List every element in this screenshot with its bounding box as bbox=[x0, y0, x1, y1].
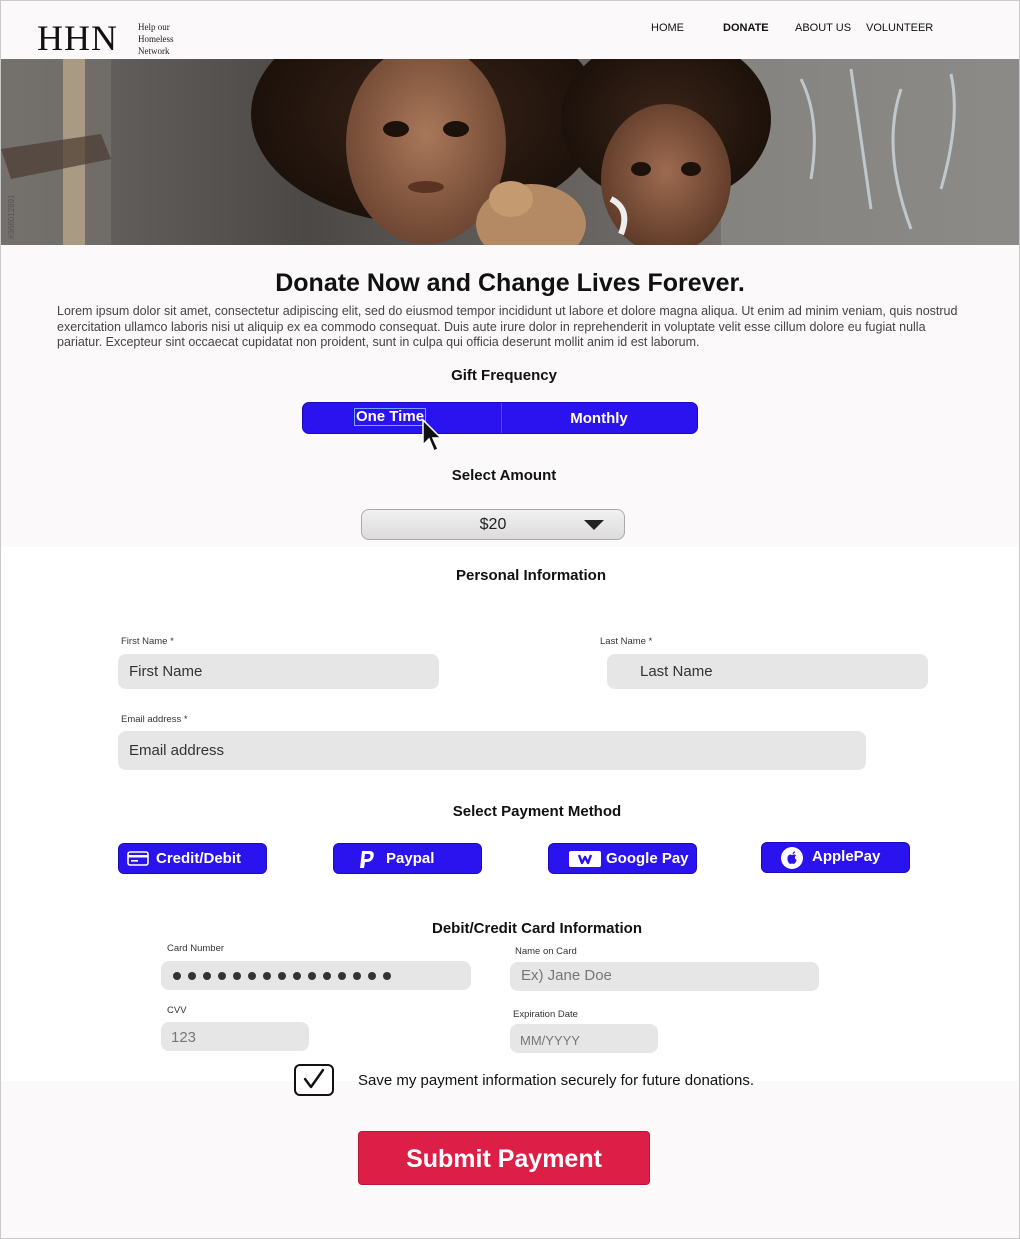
payment-method-title: Select Payment Method bbox=[452, 803, 622, 820]
masked-digit-dot bbox=[368, 972, 376, 980]
expiration-input[interactable]: MM/YYYY bbox=[510, 1024, 658, 1053]
credit-card-icon bbox=[127, 851, 149, 866]
name-on-card-label: Name on Card bbox=[515, 946, 577, 957]
masked-digit-dot bbox=[308, 972, 316, 980]
masked-digit-dot bbox=[278, 972, 286, 980]
first-name-label: First Name * bbox=[121, 636, 174, 647]
masked-digit-dot bbox=[383, 972, 391, 980]
cvv-label: CVV bbox=[167, 1005, 187, 1016]
cvv-input[interactable]: 123 bbox=[161, 1022, 309, 1051]
save-payment-checkbox[interactable] bbox=[294, 1064, 334, 1096]
gift-frequency-title: Gift Frequency bbox=[451, 367, 557, 384]
tagline-line: Network bbox=[138, 46, 170, 56]
save-payment-label: Save my payment information securely for… bbox=[358, 1072, 755, 1089]
masked-digit-dot bbox=[338, 972, 346, 980]
card-number-masked bbox=[173, 972, 391, 980]
paypal-icon bbox=[360, 851, 374, 868]
amount-select[interactable]: $20 bbox=[361, 509, 625, 540]
hero-photo-children bbox=[1, 59, 1019, 245]
card-number-input[interactable] bbox=[161, 961, 471, 990]
cvv-placeholder: 123 bbox=[171, 1029, 197, 1046]
masked-digit-dot bbox=[353, 972, 361, 980]
email-input[interactable]: Email address bbox=[118, 731, 866, 770]
nav-about-us[interactable]: ABOUT US bbox=[795, 22, 851, 34]
intro-text: Lorem ipsum dolor sit amet, consectetur … bbox=[57, 304, 958, 349]
page: HHN Help our Homeless Network HOME DONAT… bbox=[0, 0, 1020, 1239]
paypal-button[interactable]: Paypal bbox=[333, 843, 482, 874]
email-label: Email address * bbox=[121, 714, 188, 725]
last-name-input[interactable]: Last Name bbox=[607, 654, 928, 689]
masked-digit-dot bbox=[188, 972, 196, 980]
first-name-input[interactable]: First Name bbox=[118, 654, 439, 689]
caret-down-icon bbox=[584, 520, 604, 530]
mouse-cursor-icon bbox=[422, 419, 443, 453]
name-on-card-input[interactable]: Ex) Jane Doe bbox=[510, 962, 819, 991]
credit-debit-button[interactable]: Credit/Debit bbox=[118, 843, 267, 874]
wallet-icon bbox=[569, 851, 601, 867]
nav-donate[interactable]: DONATE bbox=[723, 22, 769, 34]
masked-digit-dot bbox=[218, 972, 226, 980]
apple-pay-label: ApplePay bbox=[812, 848, 881, 865]
masked-digit-dot bbox=[173, 972, 181, 980]
credit-debit-label: Credit/Debit bbox=[156, 850, 242, 867]
apple-icon bbox=[781, 847, 803, 869]
card-info-title: Debit/Credit Card Information bbox=[431, 920, 642, 937]
frequency-one-time-button[interactable]: One Time bbox=[354, 408, 426, 426]
google-pay-button[interactable]: Google Pay bbox=[548, 843, 697, 874]
hero-image: #368012891 bbox=[1, 59, 1019, 245]
apple-pay-button[interactable]: ApplePay bbox=[761, 842, 910, 873]
frequency-toggle: One Time Monthly bbox=[302, 402, 698, 434]
site-header: HHN Help our Homeless Network HOME DONAT… bbox=[1, 1, 1019, 59]
expiration-label: Expiration Date bbox=[513, 1009, 578, 1020]
submit-payment-button[interactable]: Submit Payment bbox=[358, 1131, 650, 1185]
frequency-monthly-button[interactable]: Monthly bbox=[501, 403, 697, 433]
email-placeholder: Email address bbox=[129, 742, 225, 759]
masked-digit-dot bbox=[293, 972, 301, 980]
masked-digit-dot bbox=[203, 972, 211, 980]
name-on-card-placeholder: Ex) Jane Doe bbox=[521, 967, 612, 984]
tagline-line: Homeless bbox=[138, 34, 174, 44]
expiration-placeholder: MM/YYYY bbox=[520, 1033, 580, 1048]
last-name-label: Last Name * bbox=[600, 636, 653, 647]
masked-digit-dot bbox=[263, 972, 271, 980]
page-title: Donate Now and Change Lives Forever. bbox=[275, 269, 745, 297]
last-name-placeholder: Last Name bbox=[640, 663, 713, 680]
card-number-label: Card Number bbox=[167, 943, 225, 954]
personal-info-title: Personal Information bbox=[455, 567, 607, 584]
paypal-label: Paypal bbox=[386, 850, 435, 867]
google-pay-label: Google Pay bbox=[606, 850, 689, 867]
masked-digit-dot bbox=[248, 972, 256, 980]
select-amount-title: Select Amount bbox=[451, 467, 557, 484]
nav-home[interactable]: HOME bbox=[651, 22, 684, 34]
masked-digit-dot bbox=[323, 972, 331, 980]
logo-tagline: Help our Homeless Network bbox=[138, 21, 198, 57]
checkmark-icon bbox=[303, 1068, 325, 1089]
site-logo[interactable]: HHN bbox=[37, 19, 118, 57]
nav-volunteer[interactable]: VOLUNTEER bbox=[866, 22, 933, 34]
tagline-line: Help our bbox=[138, 22, 170, 32]
first-name-placeholder: First Name bbox=[129, 663, 203, 680]
masked-digit-dot bbox=[233, 972, 241, 980]
image-stock-id: #368012891 bbox=[7, 194, 16, 240]
